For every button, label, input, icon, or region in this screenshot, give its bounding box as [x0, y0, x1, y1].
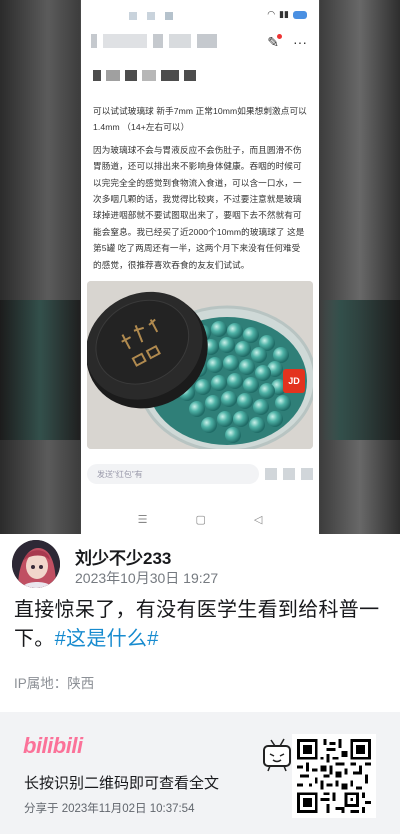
blurred-username: [91, 34, 217, 48]
post-paragraph-2: 因为玻璃球不会与胃液反应不会伤肚子，而且圆滑不伤胃肠道，还可以排出来不影响身体健…: [93, 144, 305, 270]
post-time: 2023年10月30日 19:27: [75, 570, 219, 586]
signal-icon: ▮▮: [279, 9, 289, 19]
blurred-title: [93, 70, 319, 81]
tv-mascot-icon: [263, 738, 291, 772]
bilibili-logo: bilibili: [23, 733, 83, 758]
wifi-icon: ◠: [267, 9, 276, 19]
author-row[interactable]: 刘少不少233 2023年10月30日 19:27: [12, 540, 388, 590]
share-time: 分享于 2023年11月02日 10:37:54: [24, 803, 195, 815]
system-nav-bar: ☰ ▢ ◁: [81, 504, 319, 534]
jd-badge[interactable]: JD: [283, 369, 305, 394]
comment-input[interactable]: 发送"红包"有: [87, 464, 259, 485]
hashtag-link[interactable]: #这是什么#: [55, 628, 159, 650]
blurred-icon: [265, 468, 277, 481]
author-name[interactable]: 刘少不少233: [75, 544, 171, 569]
phone-screenshot[interactable]: ◠ ▮▮ ✎ ··· 可以试试玻璃球 新手7mm 正常10mm如果想刺激点可以1…: [81, 0, 319, 534]
share-footer: bilibili 长按识别二维码即可查看全文 分享于 2023年11月02日 1…: [0, 712, 400, 834]
post-body: 可以试试玻璃球 新手7mm 正常10mm如果想刺激点可以1.4mm （14+左右…: [81, 81, 319, 273]
menu-icon[interactable]: ☰: [138, 513, 148, 526]
post-paragraph-1: 可以试试玻璃球 新手7mm 正常10mm如果想刺激点可以1.4mm （14+左右…: [93, 106, 307, 133]
home-icon[interactable]: ▢: [196, 513, 206, 526]
back-icon[interactable]: ◁: [254, 513, 262, 526]
qr-tip: 长按识别二维码即可查看全文: [24, 775, 220, 792]
qr-code[interactable]: [292, 734, 376, 818]
avatar[interactable]: [12, 540, 60, 588]
glass-beads-photo[interactable]: JD: [87, 281, 313, 450]
embedded-screenshot: ◠ ▮▮ ✎ ··· 可以试试玻璃球 新手7mm 正常10mm如果想刺激点可以1…: [0, 0, 400, 534]
comment-bar: 发送"红包"有: [87, 463, 313, 485]
blurred-icon: [283, 468, 295, 481]
ip-location: IP属地：陕西: [14, 676, 95, 691]
post-content: 直接惊呆了，有没有医学生看到给科普一下。#这是什么#: [14, 596, 386, 654]
status-bar: ◠ ▮▮: [81, 0, 319, 30]
more-icon[interactable]: ···: [293, 34, 307, 51]
post-header: ✎ ···: [81, 30, 319, 60]
edit-icon[interactable]: ✎: [267, 34, 282, 51]
blurred-icon: [301, 468, 313, 481]
battery-icon: [293, 10, 307, 19]
